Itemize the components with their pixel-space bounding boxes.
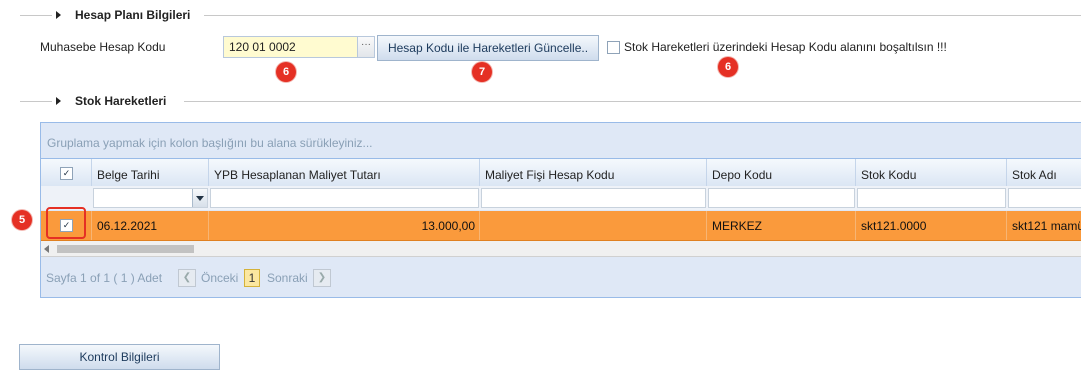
cell-stok-kodu[interactable]: skt121.0000	[856, 211, 1007, 240]
group-by-hint: Gruplama yapmak için kolon başlığını bu …	[47, 136, 373, 150]
filter-depot-field[interactable]	[708, 188, 855, 208]
column-header[interactable]: Maliyet Fişi Hesap Kodu	[480, 159, 707, 186]
filter-account-field[interactable]	[481, 188, 706, 208]
update-movements-button[interactable]: Hesap Kodu ile Hareketleri Güncelle..	[377, 35, 599, 61]
grid-header-row: ✓ Belge Tarihi YPB Hesaplanan Maliyet Tu…	[41, 158, 1081, 187]
column-header-label: Stok Adı	[1012, 168, 1057, 182]
column-header-label: Maliyet Fişi Hesap Kodu	[485, 168, 615, 182]
annotation-badge: 6	[718, 57, 738, 77]
annotation-badge: 5	[12, 210, 32, 230]
annotation-badge: 6	[276, 62, 296, 82]
header-select-all-cell[interactable]: ✓	[41, 159, 92, 186]
clear-account-code-label: Stok Hareketleri üzerindeki Hesap Kodu a…	[624, 40, 947, 54]
column-header-label: Depo Kodu	[712, 168, 773, 182]
section-title-stok-hareketleri: Stok Hareketleri	[75, 94, 167, 108]
clear-account-code-checkbox[interactable]	[607, 41, 620, 54]
divider	[20, 101, 52, 102]
column-header[interactable]: Belge Tarihi	[92, 159, 209, 186]
filter-stock-name-field[interactable]	[1008, 188, 1081, 208]
horizontal-scrollbar[interactable]	[41, 241, 1081, 257]
annotation-highlight-box	[46, 207, 86, 239]
column-header[interactable]: YPB Hesaplanan Maliyet Tutarı	[209, 159, 480, 186]
divider	[204, 15, 1081, 16]
filter-date-field[interactable]	[93, 188, 208, 208]
cell-hesap-kodu[interactable]	[480, 211, 707, 240]
cell-text: 06.12.2021	[97, 219, 158, 233]
pager: Sayfa 1 of 1 ( 1 ) Adet ❮ Önceki 1 Sonra…	[41, 257, 1081, 297]
account-code-label: Muhasebe Hesap Kodu	[40, 40, 166, 54]
scroll-left-icon[interactable]	[44, 245, 49, 253]
column-header-label: YPB Hesaplanan Maliyet Tutarı	[214, 168, 381, 182]
filter-stock-code-field[interactable]	[857, 188, 1006, 208]
account-code-value[interactable]: 120 01 0002	[229, 40, 296, 54]
cell-text: MERKEZ	[712, 219, 763, 233]
collapse-arrow-icon[interactable]	[56, 11, 61, 19]
column-header-label: Stok Kodu	[861, 168, 917, 182]
cell-maliyet-tutari[interactable]: 13.000,00	[209, 211, 480, 240]
annotation-badge: 7	[472, 62, 492, 82]
select-all-checkbox[interactable]: ✓	[60, 167, 73, 180]
hesap-plani-section-header[interactable]: Hesap Planı Bilgileri	[0, 8, 1081, 22]
group-by-panel[interactable]: Gruplama yapmak için kolon başlığını bu …	[41, 123, 1081, 157]
cell-text: skt121 mamü	[1012, 219, 1081, 233]
stok-hareketleri-section-header[interactable]: Stok Hareketleri	[0, 94, 1081, 108]
column-header[interactable]: Depo Kodu	[707, 159, 856, 186]
collapse-arrow-icon[interactable]	[56, 97, 61, 105]
grid-filter-row	[41, 186, 1081, 210]
stock-movements-grid: Gruplama yapmak için kolon başlığını bu …	[40, 122, 1081, 298]
prev-page-icon[interactable]: ❮	[178, 269, 196, 287]
cell-text: 13.000,00	[421, 219, 475, 233]
section-title-hesap-plani: Hesap Planı Bilgileri	[75, 8, 191, 22]
pager-info: Sayfa 1 of 1 ( 1 ) Adet	[46, 271, 163, 285]
next-page-label[interactable]: Sonraki	[267, 271, 308, 285]
divider	[184, 101, 1081, 102]
kontrol-bilgileri-button[interactable]: Kontrol Bilgileri	[19, 344, 220, 370]
divider	[20, 15, 52, 16]
column-header[interactable]: Stok Kodu	[856, 159, 1007, 186]
cell-text: skt121.0000	[861, 219, 927, 233]
prev-page-label[interactable]: Önceki	[201, 271, 238, 285]
cell-stok-adi[interactable]: skt121 mamü	[1007, 211, 1081, 240]
cell-depo-kodu[interactable]: MERKEZ	[707, 211, 856, 240]
account-code-field[interactable]: 120 01 0002 ···	[223, 36, 375, 58]
account-lookup-button[interactable]: ···	[357, 37, 374, 57]
cell-belge-tarihi[interactable]: 06.12.2021	[92, 211, 209, 240]
column-header-label: Belge Tarihi	[97, 168, 160, 182]
filter-cost-field[interactable]	[210, 188, 479, 208]
current-page-button[interactable]: 1	[244, 269, 260, 287]
column-header[interactable]: Stok Adı	[1007, 159, 1081, 186]
chevron-down-icon[interactable]	[192, 189, 207, 207]
table-row[interactable]: ✓ 06.12.2021 13.000,00 MERKEZ skt121.000…	[41, 211, 1081, 241]
scrollbar-thumb[interactable]	[57, 245, 194, 253]
next-page-icon[interactable]: ❯	[313, 269, 331, 287]
